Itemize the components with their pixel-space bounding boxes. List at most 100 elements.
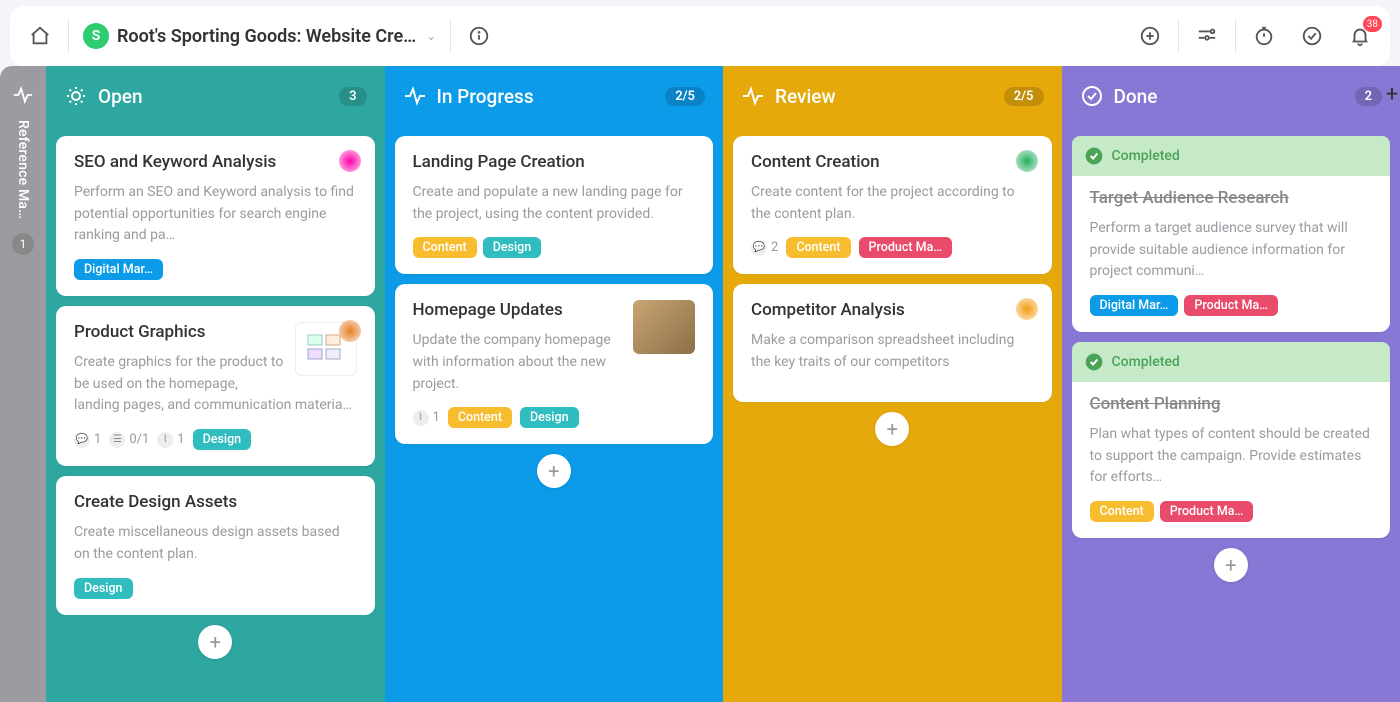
column-done: Done 2 Completed Target Audience Research Pe… <box>1062 66 1400 702</box>
column-header[interactable]: In Progress2/5 <box>385 66 724 126</box>
attachments-count[interactable]: ⌇1 <box>157 432 184 448</box>
add-card-button[interactable]: + <box>1214 548 1248 582</box>
add-icon[interactable] <box>1136 22 1164 50</box>
divider <box>1178 19 1179 53</box>
check-circle-icon <box>1084 146 1104 166</box>
column-review: Review 2/5 Content CreationCreate content … <box>723 66 1062 702</box>
card-title: Competitor Analysis <box>751 300 1034 320</box>
done-filter-icon[interactable] <box>1298 22 1326 50</box>
chevron-down-icon[interactable]: ⌄ <box>426 29 436 43</box>
task-card[interactable]: Create Design AssetsCreate miscellaneous… <box>56 476 375 614</box>
completed-banner: Completed <box>1072 136 1391 176</box>
workspace-avatar[interactable]: S <box>83 23 109 49</box>
column-body: SEO and Keyword AnalysisPerform an SEO a… <box>46 126 385 702</box>
task-card[interactable]: Homepage UpdatesUpdate the company homep… <box>395 284 714 444</box>
completed-banner: Completed <box>1072 342 1391 382</box>
tag[interactable]: Design <box>483 237 542 258</box>
task-card[interactable]: SEO and Keyword AnalysisPerform an SEO a… <box>56 136 375 296</box>
kanban-columns: + Open3SEO and Keyword AnalysisPerform a… <box>46 66 1400 702</box>
task-card[interactable]: Completed Content Planning Plan what types… <box>1072 342 1391 538</box>
card-description: Make a comparison spreadsheet including … <box>751 330 1034 373</box>
assignee-avatar[interactable] <box>339 150 361 172</box>
add-card-button[interactable]: + <box>875 412 909 446</box>
assignee-avatar[interactable] <box>339 320 361 342</box>
column-title: Review <box>775 85 836 108</box>
card-description: Perform a target audience survey that wi… <box>1090 218 1373 283</box>
notification-badge: 38 <box>1363 16 1382 32</box>
card-description: Create content for the project according… <box>751 182 1034 225</box>
card-description: Plan what types of content should be cre… <box>1090 424 1373 489</box>
roadmap-icon[interactable] <box>1193 22 1221 50</box>
card-title: SEO and Keyword Analysis <box>74 152 357 172</box>
activity-icon <box>12 84 34 106</box>
topbar: S Root's Sporting Goods: Website Cre… ⌄ … <box>10 6 1390 66</box>
attachments-count[interactable]: ⌇1 <box>413 410 440 426</box>
tag[interactable]: Design <box>520 407 579 428</box>
bell-icon[interactable]: 38 <box>1346 22 1374 50</box>
task-card[interactable]: Completed Target Audience Research Perform… <box>1072 136 1391 332</box>
comments-count[interactable]: 💬1 <box>74 432 101 448</box>
tag[interactable]: Digital Mar… <box>1090 295 1179 316</box>
column-body: Content CreationCreate content for the p… <box>723 126 1062 702</box>
column-icon <box>403 84 427 108</box>
column-title: Open <box>98 85 143 108</box>
assignee-avatar[interactable] <box>1016 298 1038 320</box>
check-circle-icon <box>1084 352 1104 372</box>
reference-sidebar[interactable]: Reference Ma… 1 <box>0 66 46 702</box>
card-tags: Content Design <box>413 237 696 258</box>
info-icon[interactable] <box>465 22 493 50</box>
reference-count: 1 <box>12 233 34 255</box>
card-title: Target Audience Research <box>1090 188 1373 208</box>
card-meta: 💬2 Content Product Ma… <box>751 237 1034 258</box>
comments-count[interactable]: 💬2 <box>751 240 778 256</box>
column-progress: In Progress2/5 Landing Page CreationCreat… <box>385 66 724 702</box>
column-header[interactable]: Review 2/5 <box>723 66 1062 126</box>
tag[interactable]: Product Ma… <box>859 237 953 258</box>
assignee-avatar[interactable] <box>1016 150 1038 172</box>
card-meta: 💬1 ☰0/1 ⌇1 Design <box>74 429 357 450</box>
subtask-icon: ☰ <box>109 432 125 448</box>
subtasks-count[interactable]: ☰0/1 <box>109 432 149 448</box>
column-title: In Progress <box>437 85 534 108</box>
tag[interactable]: Content <box>786 237 850 258</box>
tag[interactable]: Content <box>448 407 512 428</box>
reference-label: Reference Ma… <box>15 120 31 219</box>
column-icon <box>741 84 765 108</box>
tag[interactable]: Content <box>1090 501 1154 522</box>
column-header[interactable]: Open3 <box>46 66 385 126</box>
column-count: 2/5 <box>1004 87 1044 106</box>
column-title: Done <box>1114 85 1158 108</box>
tag[interactable]: Design <box>74 578 133 599</box>
divider <box>450 19 451 53</box>
tag[interactable]: Design <box>193 429 252 450</box>
card-tags: Digital Mar… <box>74 259 357 280</box>
tag[interactable]: Content <box>413 237 477 258</box>
column-icon <box>1080 84 1104 108</box>
tag[interactable]: Product Ma… <box>1184 295 1278 316</box>
tag[interactable]: Digital Mar… <box>74 259 163 280</box>
divider <box>1235 19 1236 53</box>
column-body: Landing Page CreationCreate and populate… <box>385 126 724 702</box>
home-icon[interactable] <box>26 22 54 50</box>
divider <box>68 19 69 53</box>
card-meta: ⌇1 Content Design <box>413 407 696 428</box>
card-description: Create miscellaneous design assets based… <box>74 522 357 565</box>
column-count: 2 <box>1355 87 1382 106</box>
timer-icon[interactable] <box>1250 22 1278 50</box>
task-card[interactable]: Landing Page CreationCreate and populate… <box>395 136 714 274</box>
add-column-button[interactable]: + <box>1380 82 1400 107</box>
card-title: Landing Page Creation <box>413 152 696 172</box>
tag[interactable]: Product Ma… <box>1160 501 1254 522</box>
card-tags: Digital Mar…Product Ma… <box>1090 295 1373 316</box>
card-tags: Design <box>74 578 357 599</box>
add-card-button[interactable]: + <box>198 625 232 659</box>
column-body: Completed Target Audience Research Perform… <box>1062 126 1400 702</box>
thumbnail <box>633 300 695 354</box>
task-card[interactable]: Content CreationCreate content for the p… <box>733 136 1052 274</box>
add-card-button[interactable]: + <box>537 454 571 488</box>
task-card[interactable]: Product GraphicsCreate graphics for the … <box>56 306 375 466</box>
card-title: Content Planning <box>1090 394 1373 414</box>
task-card[interactable]: Competitor Analysis Make a comparison spr… <box>733 284 1052 401</box>
column-header[interactable]: Done 2 <box>1062 66 1400 126</box>
workspace-title[interactable]: Root's Sporting Goods: Website Cre… <box>117 26 416 47</box>
